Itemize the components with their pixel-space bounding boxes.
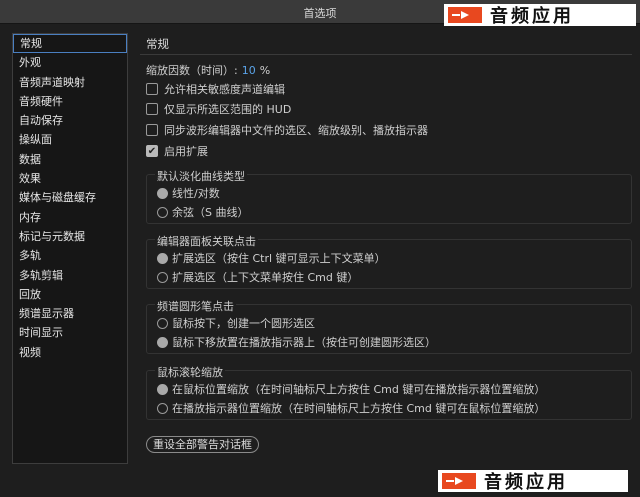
- radio-dot[interactable]: [157, 383, 168, 395]
- sidebar-item-multitrack-clips[interactable]: 多轨剪辑: [13, 266, 127, 285]
- sidebar-item-video[interactable]: 视频: [13, 343, 127, 362]
- checkbox-hud-selection[interactable]: 仅显示所选区范围的 HUD: [146, 101, 291, 117]
- radio-linear-log[interactable]: 线性/对数: [157, 185, 220, 201]
- fade-curve-group: 默认淡化曲线类型 线性/对数 余弦（S 曲线）: [146, 168, 632, 224]
- radio-dot[interactable]: [157, 336, 168, 348]
- radio-dot[interactable]: [157, 317, 168, 329]
- radio-label: 扩展选区（上下文菜单按住 Cmd 键）: [172, 271, 359, 284]
- sidebar-item-playback[interactable]: 回放: [13, 285, 127, 304]
- checkbox-box[interactable]: [146, 83, 158, 95]
- radio-label: 在播放指示器位置缩放（在时间轴标尺上方按住 Cmd 键可在鼠标位置缩放）: [172, 402, 546, 415]
- checkbox-label: 允许相关敏感度声道编辑: [164, 83, 285, 96]
- sidebar-item-markers-metadata[interactable]: 标记与元数据: [13, 227, 127, 246]
- sidebar-item-audio-channel-mapping[interactable]: 音频声道映射: [13, 73, 127, 92]
- radio-dot[interactable]: [157, 271, 168, 283]
- zoom-factor-value[interactable]: 10: [242, 64, 256, 77]
- sidebar-item-audio-hardware[interactable]: 音频硬件: [13, 92, 127, 111]
- section-heading: 常规: [146, 37, 169, 51]
- logo-text: 音频应用: [484, 472, 568, 493]
- checkbox-box[interactable]: [146, 124, 158, 136]
- zoom-factor-unit: %: [259, 64, 271, 77]
- reset-warnings-button[interactable]: 重设全部警告对话框: [146, 436, 259, 453]
- sidebar-item-general[interactable]: 常规: [13, 34, 127, 54]
- radio-label: 余弦（S 曲线）: [172, 206, 249, 219]
- group-title: 鼠标滚轮缩放: [155, 364, 225, 380]
- sidebar-item-time-display[interactable]: 时间显示: [13, 323, 127, 342]
- sidebar-item-memory[interactable]: 内存: [13, 208, 127, 227]
- divider: [140, 54, 632, 55]
- radio-zoom-at-playhead[interactable]: 在播放指示器位置缩放（在时间轴标尺上方按住 Cmd 键可在鼠标位置缩放）: [157, 400, 545, 416]
- group-title: 默认淡化曲线类型: [155, 168, 247, 184]
- radio-place-playhead[interactable]: 鼠标下移放置在播放指示器上（按住可创建圆形选区）: [157, 334, 436, 350]
- checkbox-related-sensitivity[interactable]: 允许相关敏感度声道编辑: [146, 81, 285, 97]
- radio-label: 鼠标下移放置在播放指示器上（按住可创建圆形选区）: [172, 336, 436, 349]
- radio-label: 扩展选区（按住 Ctrl 键可显示上下文菜单）: [172, 252, 386, 265]
- editor-panel-click-group: 编辑器面板关联点击 扩展选区（按住 Ctrl 键可显示上下文菜单） 扩展选区（上…: [146, 233, 632, 289]
- sidebar-item-data[interactable]: 数据: [13, 150, 127, 169]
- radio-dot[interactable]: [157, 252, 168, 264]
- checkbox-label: 仅显示所选区范围的 HUD: [164, 103, 292, 116]
- radio-extend-selection-ctrl[interactable]: 扩展选区（按住 Ctrl 键可显示上下文菜单）: [157, 250, 386, 266]
- checkbox-label: 启用扩展: [164, 145, 208, 158]
- radio-create-circle-selection[interactable]: 鼠标按下，创建一个圆形选区: [157, 315, 315, 331]
- zoom-factor-label: 缩放因数（时间）:: [146, 64, 238, 77]
- checkmark-icon[interactable]: ✔: [146, 145, 158, 157]
- play-logo-icon: [448, 7, 482, 23]
- watermark-logo: 音频应用: [438, 470, 628, 493]
- checkbox-label: 同步波形编辑器中文件的选区、缩放级别、播放指示器: [164, 124, 428, 137]
- settings-panel: 常规 缩放因数（时间）: 10% 允许相关敏感度声道编辑 仅显示所选区范围的 HU…: [140, 30, 636, 470]
- checkbox-enable-extensions[interactable]: ✔ 启用扩展: [146, 143, 208, 159]
- play-logo-icon: [442, 473, 476, 489]
- sidebar-item-control-surface[interactable]: 操纵面: [13, 130, 127, 149]
- sidebar-item-media-disk-cache[interactable]: 媒体与磁盘缓存: [13, 188, 127, 207]
- watermark-logo: 音频应用: [444, 4, 636, 27]
- group-title: 频谱圆形笔点击: [155, 298, 236, 314]
- radio-extend-selection-cmd[interactable]: 扩展选区（上下文菜单按住 Cmd 键）: [157, 269, 358, 285]
- category-sidebar: 常规 外观 音频声道映射 音频硬件 自动保存 操纵面 数据 效果 媒体与磁盘缓存…: [12, 33, 128, 464]
- sidebar-item-multitrack[interactable]: 多轨: [13, 246, 127, 265]
- spectral-brush-group: 频谱圆形笔点击 鼠标按下，创建一个圆形选区 鼠标下移放置在播放指示器上（按住可创…: [146, 298, 632, 354]
- sidebar-item-appearance[interactable]: 外观: [13, 53, 127, 72]
- radio-label: 线性/对数: [172, 187, 220, 200]
- sidebar-item-auto-save[interactable]: 自动保存: [13, 111, 127, 130]
- radio-label: 鼠标按下，创建一个圆形选区: [172, 317, 315, 330]
- sidebar-item-effects[interactable]: 效果: [13, 169, 127, 188]
- radio-cosine[interactable]: 余弦（S 曲线）: [157, 204, 248, 220]
- radio-dot[interactable]: [157, 206, 168, 218]
- checkbox-box[interactable]: [146, 103, 158, 115]
- radio-label: 在鼠标位置缩放（在时间轴标尺上方按住 Cmd 键可在播放指示器位置缩放）: [172, 383, 546, 396]
- logo-text: 音频应用: [490, 6, 574, 27]
- group-title: 编辑器面板关联点击: [155, 233, 258, 249]
- radio-zoom-at-mouse[interactable]: 在鼠标位置缩放（在时间轴标尺上方按住 Cmd 键可在播放指示器位置缩放）: [157, 381, 545, 397]
- checkbox-sync-waveform[interactable]: 同步波形编辑器中文件的选区、缩放级别、播放指示器: [146, 122, 428, 138]
- mouse-wheel-zoom-group: 鼠标滚轮缩放 在鼠标位置缩放（在时间轴标尺上方按住 Cmd 键可在播放指示器位置…: [146, 364, 632, 420]
- radio-dot[interactable]: [157, 402, 168, 414]
- sidebar-item-spectral-display[interactable]: 频谱显示器: [13, 304, 127, 323]
- radio-dot[interactable]: [157, 187, 168, 199]
- zoom-factor-row: 缩放因数（时间）: 10%: [146, 62, 270, 78]
